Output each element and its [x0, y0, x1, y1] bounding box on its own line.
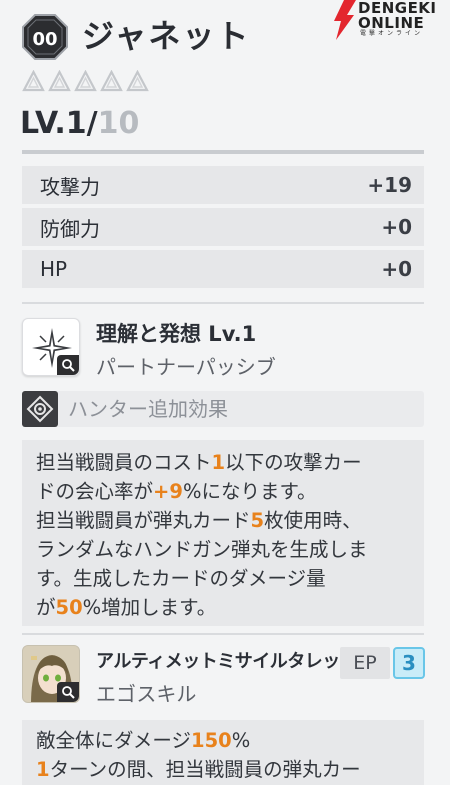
description-text: ターンの間、担当戦闘員の弾丸カー	[49, 758, 361, 781]
rating-triangle-icon	[100, 70, 123, 92]
highlighted-value: +9	[153, 480, 183, 503]
rarity-badge: 00	[22, 14, 68, 60]
magnifier-icon[interactable]	[57, 682, 79, 702]
level-divider	[22, 150, 424, 154]
ego-skill-name: アルティメットミサイルタレット！	[96, 651, 375, 672]
lightning-bolt-icon	[334, 0, 356, 40]
rating-triangle-icon	[22, 70, 45, 92]
highlighted-value: 50	[55, 596, 83, 619]
dengeki-online-logo: DENGEKI ONLINE 電撃オンライン	[330, 0, 450, 40]
description-line: が50%増加します。	[36, 593, 414, 622]
rating-triangle-icon	[48, 70, 71, 92]
description-text: %になります。	[182, 480, 317, 503]
section-divider	[22, 302, 424, 304]
stat-value: +19	[367, 173, 412, 197]
character-name: ジャネット	[82, 17, 251, 55]
level-current: LV.1/	[20, 106, 98, 141]
passive-description: 担当戦闘員のコスト1以下の攻撃カー ドの会心率が+9%になります。 担当戦闘員が弾丸…	[22, 440, 424, 626]
section-divider	[22, 633, 424, 635]
description-text: %	[231, 729, 251, 752]
logo-text-japanese: 電撃オンライン	[360, 30, 424, 37]
level-max: 10	[97, 106, 140, 141]
hunter-target-icon	[22, 391, 58, 427]
highlighted-value: 1	[211, 451, 226, 474]
description-line: 担当戦闘員のコスト1以下の攻撃カー	[36, 448, 414, 477]
description-text: す。生成したカードのダメージ量	[36, 567, 326, 590]
ego-skill-description: 敵全体にダメージ150% 1ターンの間、担当戦闘員の弾丸カー	[22, 720, 424, 785]
stat-row-attack: 攻撃力 +19	[22, 166, 424, 204]
passive-skill-name: 理解と発想 Lv.1	[96, 322, 257, 346]
level-display: LV.1/10	[20, 104, 139, 144]
highlighted-value: 150	[191, 729, 232, 752]
magnifier-icon[interactable]	[57, 355, 79, 375]
rarity-badge-frame: 00	[22, 14, 68, 60]
stat-label: HP	[40, 257, 68, 281]
highlighted-value: 1	[36, 758, 50, 781]
description-text: 担当戦闘員のコスト	[36, 451, 212, 474]
description-line: 担当戦闘員が弾丸カード5枚使用時、	[36, 506, 414, 535]
logo-text-online: ONLINE	[358, 14, 425, 32]
stat-label: 攻撃力	[40, 174, 100, 199]
passive-skill-icon[interactable]	[22, 318, 80, 376]
description-text: 以下の攻撃カー	[225, 451, 362, 474]
description-line: 敵全体にダメージ150%	[36, 726, 414, 755]
ego-skill-type: エゴスキル	[96, 682, 197, 706]
hunter-bonus-label: ハンター追加効果	[68, 397, 228, 421]
stat-value: +0	[381, 215, 412, 239]
stat-label: 防御力	[40, 216, 100, 241]
rating-triangle-icon	[74, 70, 97, 92]
ego-skill-portrait[interactable]	[22, 645, 80, 703]
stats-list: 攻撃力 +19 防御力 +0 HP +0	[22, 166, 424, 292]
highlighted-value: 5	[250, 509, 265, 532]
passive-skill-type: パートナーパッシブ	[96, 355, 276, 379]
stat-value: +0	[381, 257, 412, 281]
ep-cost-badge: 3	[393, 647, 425, 679]
description-text: ランダムなハンドガン弾丸を生成しま	[36, 538, 368, 561]
ep-label: EP	[340, 647, 390, 679]
description-line: ドの会心率が+9%になります。	[36, 477, 414, 506]
star-rating	[22, 70, 152, 94]
description-line: す。生成したカードのダメージ量	[36, 564, 414, 593]
stat-row-defense: 防御力 +0	[22, 208, 424, 246]
description-text: 敵全体にダメージ	[36, 729, 192, 752]
description-line: ランダムなハンドガン弾丸を生成しま	[36, 535, 414, 564]
description-text: 枚使用時、	[264, 509, 362, 532]
description-text: ドの会心率が	[36, 480, 154, 503]
rating-triangle-icon	[126, 70, 149, 92]
stat-row-hp: HP +0	[22, 250, 424, 288]
description-text: が	[36, 596, 56, 619]
description-line: 1ターンの間、担当戦闘員の弾丸カー	[36, 755, 414, 784]
description-text: 担当戦闘員が弾丸カード	[36, 509, 251, 532]
description-text: %増加します。	[82, 596, 217, 619]
rarity-badge-text: 00	[32, 29, 57, 50]
